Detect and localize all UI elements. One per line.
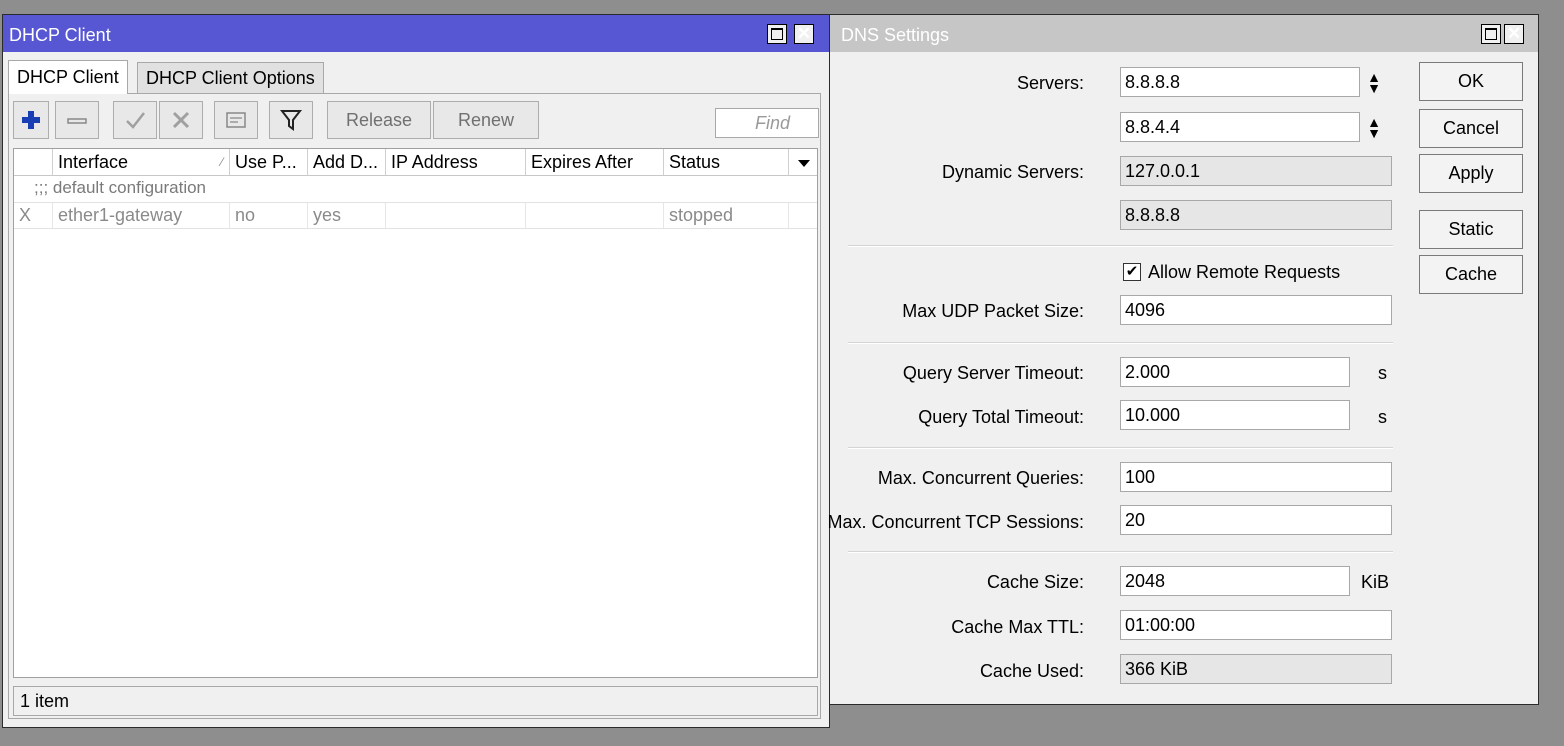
- seconds-unit: s: [1378, 407, 1387, 427]
- cell-empty: [788, 203, 818, 228]
- cache-size-label: Cache Size:: [986, 572, 1084, 592]
- cache-size-input[interactable]: 2048: [1120, 566, 1350, 596]
- dhcp-client-table: Interface ⁄ Use P... Add D... IP Address…: [13, 148, 818, 678]
- filter-button[interactable]: [269, 101, 313, 139]
- cell-use-peer-dns: no: [229, 203, 307, 228]
- minus-icon: [67, 118, 87, 124]
- find-input[interactable]: Find: [715, 108, 819, 138]
- static-button[interactable]: Static: [1419, 210, 1523, 249]
- col-add-default-route[interactable]: Add D...: [307, 149, 385, 175]
- allow-remote-requests-checkbox[interactable]: ✔: [1123, 263, 1141, 281]
- allow-remote-requests-label: Allow Remote Requests: [1148, 262, 1341, 282]
- row-flag: X: [19, 205, 32, 225]
- disable-x-icon: [172, 111, 190, 129]
- server-1-updown-icon[interactable]: ▲ ▼: [1367, 70, 1381, 95]
- ok-button[interactable]: OK: [1419, 62, 1523, 101]
- close-icon[interactable]: ✕: [1504, 24, 1524, 44]
- maximize-icon[interactable]: [1481, 24, 1501, 44]
- tab-dhcp-client[interactable]: DHCP Client: [8, 60, 128, 94]
- cache-max-ttl-label: Cache Max TTL:: [951, 617, 1084, 637]
- query-server-timeout-label: Query Server Timeout:: [902, 363, 1084, 383]
- renew-button[interactable]: Renew: [433, 101, 539, 139]
- col-status[interactable]: Status: [663, 149, 788, 175]
- query-total-timeout-label: Query Total Timeout:: [918, 407, 1084, 427]
- sort-indicator-icon: ⁄: [220, 155, 223, 169]
- cache-used-label: Cache Used:: [979, 661, 1084, 681]
- release-button[interactable]: Release: [327, 101, 431, 139]
- cell-interface: ether1-gateway: [52, 203, 229, 228]
- table-header: Interface ⁄ Use P... Add D... IP Address…: [14, 149, 817, 176]
- max-concurrent-queries-input[interactable]: 100: [1120, 462, 1392, 492]
- apply-button[interactable]: Apply: [1419, 154, 1523, 193]
- cache-max-ttl-input[interactable]: 01:00:00: [1120, 610, 1392, 640]
- cell-ip-address: [385, 203, 525, 228]
- dhcp-client-panel: Release Renew Find Interface ⁄ Use P... …: [8, 93, 821, 719]
- cell-add-default-route: yes: [307, 203, 385, 228]
- servers-label: Servers:: [1016, 73, 1084, 93]
- tab-dhcp-client-options[interactable]: DHCP Client Options: [137, 62, 324, 94]
- dhcp-window-titlebar[interactable]: DHCP Client ✕: [3, 15, 829, 52]
- status-bar: 1 item: [13, 686, 818, 716]
- cell-status: stopped: [663, 203, 788, 228]
- dynamic-server-1-field: 127.0.0.1: [1120, 156, 1392, 186]
- server-2-input[interactable]: 8.8.4.4: [1120, 112, 1360, 142]
- comment-button[interactable]: [214, 101, 258, 139]
- separator: [848, 551, 1393, 553]
- add-button[interactable]: [13, 101, 49, 139]
- column-menu-icon[interactable]: [788, 149, 818, 175]
- cell-expires-after: [525, 203, 663, 228]
- seconds-unit: s: [1378, 363, 1387, 383]
- query-total-timeout-input[interactable]: 10.000: [1120, 400, 1350, 430]
- disable-button[interactable]: [159, 101, 203, 139]
- table-row[interactable]: X ether1-gateway no yes stopped: [14, 202, 817, 229]
- col-interface[interactable]: Interface ⁄: [52, 149, 229, 175]
- max-concurrent-queries-label: Max. Concurrent Queries:: [877, 468, 1084, 488]
- dhcp-window-title: DHCP Client: [9, 25, 111, 45]
- dns-window-title: DNS Settings: [841, 25, 950, 45]
- col-use-peer-dns[interactable]: Use P...: [229, 149, 307, 175]
- dns-settings-window: DNS Settings ✕ Servers: 8.8.8.8 ▲ ▼ 8.8.4…: [827, 14, 1539, 705]
- close-icon[interactable]: ✕: [794, 24, 814, 44]
- comment-icon: [226, 112, 246, 128]
- server-1-input[interactable]: 8.8.8.8: [1120, 67, 1360, 97]
- server-2-updown-icon[interactable]: ▲ ▼: [1367, 115, 1381, 140]
- dns-window-titlebar[interactable]: DNS Settings ✕: [830, 15, 1538, 52]
- dhcp-client-window: DHCP Client ✕ DHCP Client DHCP Client Op…: [2, 14, 830, 728]
- max-udp-input[interactable]: 4096: [1120, 295, 1392, 325]
- maximize-icon[interactable]: [767, 24, 787, 44]
- col-expires-after[interactable]: Expires After: [525, 149, 663, 175]
- plus-icon: [22, 111, 40, 129]
- max-udp-label: Max UDP Packet Size:: [902, 301, 1084, 321]
- max-concurrent-tcp-input[interactable]: 20: [1120, 505, 1392, 535]
- separator: [848, 447, 1393, 449]
- filter-icon: [279, 110, 303, 131]
- separator: [848, 245, 1393, 247]
- separator: [848, 342, 1393, 344]
- kib-unit: KiB: [1361, 572, 1390, 592]
- query-server-timeout-input[interactable]: 2.000: [1120, 357, 1350, 387]
- cache-used-field: 366 KiB: [1120, 654, 1392, 684]
- remove-button[interactable]: [55, 101, 99, 139]
- cache-button[interactable]: Cache: [1419, 255, 1523, 294]
- col-ip-address[interactable]: IP Address: [385, 149, 525, 175]
- check-icon: [126, 112, 145, 129]
- group-comment: ;;; default configuration: [34, 178, 207, 197]
- dynamic-server-2-field: 8.8.8.8: [1120, 200, 1392, 230]
- max-concurrent-tcp-label: Max. Concurrent TCP Sessions:: [827, 512, 1084, 532]
- enable-button[interactable]: [113, 101, 157, 139]
- dynamic-servers-label: Dynamic Servers:: [941, 162, 1084, 182]
- cancel-button[interactable]: Cancel: [1419, 109, 1523, 148]
